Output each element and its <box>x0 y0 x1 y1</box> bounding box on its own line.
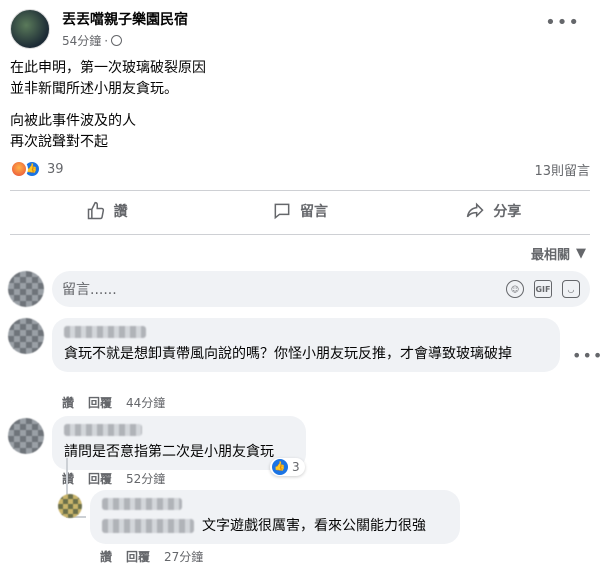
post-line: 在此申明，第一次玻璃破裂原因 <box>10 60 206 76</box>
like-label: 讚 <box>113 204 128 220</box>
comment-like-button[interactable]: 讚 <box>62 394 74 411</box>
header-text: 丟丟噹親子樂園民宿 54分鐘 · <box>62 9 188 49</box>
mention-redacted[interactable] <box>102 519 194 533</box>
commenter-avatar[interactable] <box>8 418 44 454</box>
comment-count[interactable]: 13則留言 <box>534 160 590 179</box>
comment-like-button[interactable]: 讚 <box>62 470 74 487</box>
angry-reaction-icon <box>10 160 28 178</box>
comment-composer: 留言...... ☺ GIF ◡ <box>8 270 590 308</box>
globe-icon <box>111 35 123 46</box>
page-avatar[interactable] <box>10 9 50 49</box>
comment: 貪玩不就是想卸責帶風向說的嗎？你怪小朋友玩反推，才會導致玻璃破掉 <box>52 318 560 372</box>
comment-text: 貪玩不就是想卸責帶風向說的嗎？你怪小朋友玩反推，才會導致玻璃破掉 <box>64 346 512 362</box>
comment-label: 留言 <box>299 204 328 220</box>
comment-actions: 讚 回覆 52分鐘 <box>62 470 165 487</box>
post-actions: 讚 留言 分享 <box>10 194 590 228</box>
post-more-icon[interactable]: ••• <box>545 12 580 33</box>
post-line: 向被此事件波及的人 <box>10 113 136 129</box>
comment: 請問是否意指第二次是小朋友貪玩 <box>52 416 306 470</box>
comment-author-redacted[interactable] <box>64 326 146 338</box>
chevron-down-icon: ▼ <box>576 246 586 261</box>
reaction-summary[interactable]: 👍 39 <box>10 160 64 178</box>
meta-separator: · <box>104 33 109 48</box>
like-reaction-icon: 👍 <box>272 459 288 475</box>
comment-time[interactable]: 52分鐘 <box>126 470 165 487</box>
share-label: 分享 <box>493 204 522 220</box>
comment-reply-button[interactable]: 回覆 <box>126 548 150 565</box>
post-line: 再次說聲對不起 <box>10 134 108 150</box>
like-button[interactable]: 讚 <box>10 194 203 228</box>
comment-author-redacted[interactable] <box>64 424 142 436</box>
sticker-icon[interactable]: ◡ <box>562 280 580 298</box>
comment-bubble: 文字遊戲很厲害，看來公關能力很強 <box>90 490 460 544</box>
comment-button[interactable]: 留言 <box>203 194 396 228</box>
comment-icon <box>274 203 290 220</box>
comment-text: 文字遊戲很厲害，看來公關能力很強 <box>202 518 426 534</box>
share-button[interactable]: 分享 <box>397 194 590 228</box>
page-name[interactable]: 丟丟噹親子樂園民宿 <box>62 9 188 29</box>
divider <box>10 234 590 235</box>
post-header: 丟丟噹親子樂園民宿 54分鐘 · <box>10 8 188 50</box>
comment-time[interactable]: 27分鐘 <box>164 548 203 565</box>
comment-more-icon[interactable]: ••• <box>572 346 600 365</box>
divider <box>10 190 590 191</box>
comment-reply-button[interactable]: 回覆 <box>88 470 112 487</box>
sort-selector[interactable]: 最相關 ▼ <box>531 244 586 263</box>
post-meta: 54分鐘 · <box>62 32 188 49</box>
comment-author-redacted[interactable] <box>102 498 182 510</box>
reactions-bar: 👍 39 13則留言 <box>10 158 590 180</box>
comment-reply-button[interactable]: 回覆 <box>88 394 112 411</box>
post-line: 並非新聞所述小朋友貪玩。 <box>10 81 178 97</box>
comment-reaction-count: 3 <box>292 460 300 474</box>
comment-actions: 讚 回覆 44分鐘 <box>62 394 165 411</box>
post-time[interactable]: 54分鐘 <box>62 32 101 49</box>
user-avatar[interactable] <box>8 271 44 307</box>
comment-bubble: 請問是否意指第二次是小朋友貪玩 <box>52 416 306 470</box>
comment-placeholder: 留言...... <box>62 282 117 298</box>
post-body: 在此申明，第一次玻璃破裂原因 並非新聞所述小朋友貪玩。 向被此事件波及的人 再次… <box>10 58 570 153</box>
comment-reaction-badge[interactable]: 👍 3 <box>270 458 305 476</box>
sort-label: 最相關 <box>530 248 570 263</box>
thumbs-up-icon <box>87 201 104 220</box>
reaction-count: 39 <box>47 161 64 177</box>
replier-avatar[interactable] <box>58 494 82 518</box>
commenter-avatar[interactable] <box>8 318 44 354</box>
composer-icons: ☺ GIF ◡ <box>506 280 580 298</box>
comment-input[interactable]: 留言...... ☺ GIF ◡ <box>52 271 590 307</box>
emoji-icon[interactable]: ☺ <box>506 280 524 298</box>
share-icon <box>467 202 484 218</box>
comment-time[interactable]: 44分鐘 <box>126 394 165 411</box>
gif-icon[interactable]: GIF <box>534 280 552 298</box>
reply-comment: 文字遊戲很厲害，看來公關能力很強 <box>90 490 460 544</box>
comment-like-button[interactable]: 讚 <box>100 548 112 565</box>
comment-actions: 讚 回覆 27分鐘 <box>100 548 203 565</box>
comment-text: 請問是否意指第二次是小朋友貪玩 <box>64 444 274 460</box>
comment-bubble: 貪玩不就是想卸責帶風向說的嗎？你怪小朋友玩反推，才會導致玻璃破掉 <box>52 318 560 372</box>
